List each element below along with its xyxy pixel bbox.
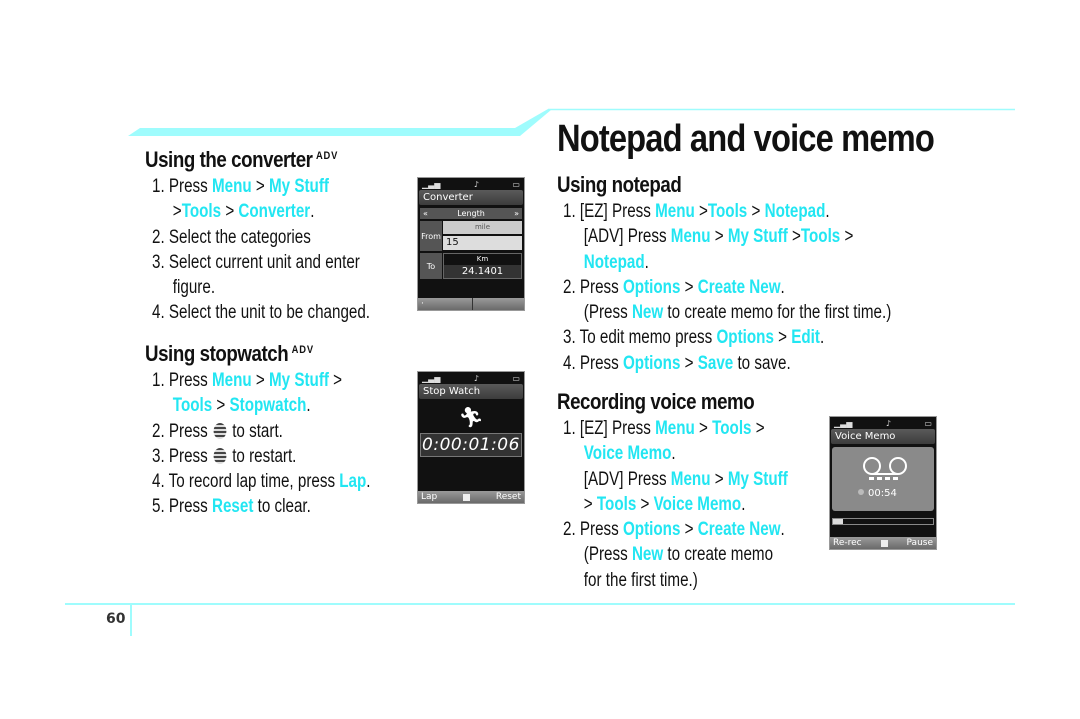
recording-panel: 00:54 [832,447,934,511]
status-bar: ▁▃▅ ♪ ▭ [830,417,936,429]
stopwatch-step-3: 3. Press to restart. [152,445,297,467]
stopwatch-heading: Using stopwatch ADV [145,341,314,367]
converter-step-3-cont: figure. [172,277,216,299]
from-unit: mile [443,221,522,234]
softkeys: · [418,298,524,310]
center-key-icon [213,447,227,464]
from-row: From mile 15 [420,221,522,251]
notepad-steps: 1. [EZ] Press Menu >Tools > Notepad. [AD… [563,199,891,376]
stopwatch-step-5: 5. Press Reset to clear. [152,496,311,518]
music-icon: ♪ [885,418,891,428]
record-progress-fill [833,519,843,524]
rerec-softkey: Re-rec [833,538,862,548]
stopwatch-step-2: 2. Press to start. [152,420,283,442]
voicememo-steps: 1. [EZ] Press Menu > Tools > Voice Memo.… [563,416,788,593]
notepad-step-1-adv-cont: Notepad. [583,251,649,273]
page-number: 60 [106,611,126,627]
softkeys: Re-rec Pause [830,537,936,549]
cassette-icon [863,457,907,480]
from-label: From [420,221,442,251]
voicememo-step-2: 2. Press Options > Create New. [563,519,785,541]
status-bar: ▁▃▅ ♪ ▭ [418,178,524,190]
runner-icon: 🏃︎ [458,405,484,429]
signal-icon: ▁▃▅ [422,179,441,189]
category-selector: « Length » [420,208,522,219]
converter-heading: Using the converter ADV [145,147,338,173]
voicememo-step-2-note-cont: for the first time.) [583,569,698,591]
page-title: Notepad and voice memo [557,118,935,160]
voicememo-heading: Recording voice memo [557,389,755,414]
status-bar: ▁▃▅ ♪ ▭ [418,372,524,384]
voicememo-step-1-cont: Voice Memo. [583,443,676,465]
signal-icon: ▁▃▅ [422,373,441,383]
center-key-icon [213,422,227,439]
pause-softkey: Pause [906,538,933,548]
prev-icon: « [423,209,428,218]
converter-step-2: 2. Select the categories [152,226,311,248]
category-value: Length [457,209,485,218]
stopwatch-step-1: 1. Press Menu > My Stuff > [152,370,343,391]
converter-step-3: 3. Select current unit and enter [152,251,360,273]
battery-icon: ▭ [924,418,932,428]
voicememo-step-1: 1. [EZ] Press Menu > Tools > [563,418,765,439]
adv-badge: ADV [315,149,339,162]
record-dot-icon [858,489,864,495]
record-time: 00:54 [858,488,897,499]
to-unit: Km [476,255,489,263]
notepad-step-1: 1. [EZ] Press Menu >Tools > Notepad. [563,201,830,222]
converter-step-4: 4. Select the unit to be changed. [152,302,371,324]
battery-icon: ▭ [512,373,520,383]
voicememo-step-2-note: (Press New to create memo [583,544,774,566]
notepad-step-2-note: (Press New to create memo for the first … [583,302,892,324]
battery-icon: ▭ [512,179,520,189]
adv-badge: ADV [291,343,314,356]
screen-title: Converter [419,190,523,205]
lap-softkey: Lap [421,492,438,502]
notepad-step-1-adv: [ADV] Press Menu > My Stuff >Tools > [583,226,854,248]
voicememo-screen: ▁▃▅ ♪ ▭ Voice Memo 00:54 Re-rec Pause [829,416,937,550]
music-icon: ♪ [473,179,479,189]
screen-title: Stop Watch [419,384,523,399]
converter-steps: 1. Press Menu > My Stuff >Tools > Conver… [152,174,370,326]
footer-divider [130,604,132,636]
to-row: To Km 24.1401 [420,253,522,279]
next-icon: » [514,209,519,218]
converter-step-1: 1. Press Menu > My Stuff [152,176,329,197]
stopwatch-steps: 1. Press Menu > My Stuff > Tools > Stopw… [152,368,371,520]
converter-screen: ▁▃▅ ♪ ▭ Converter « Length » From mile 15 To… [417,177,525,311]
stopwatch-step-1-cont: Tools > Stopwatch. [172,395,311,417]
stopwatch-heading-text: Using stopwatch [145,341,289,366]
to-value: 24.1401 [444,265,521,278]
stopwatch-step-4: 4. To record lap time, press Lap. [152,471,371,493]
to-label: To [420,253,442,279]
elapsed-time: 0:00:01:06 [420,433,522,457]
record-progress-bar [832,518,934,525]
voicememo-step-1-adv: [ADV] Press Menu > My Stuff [583,468,788,490]
reset-softkey: Reset [495,492,521,502]
notepad-step-4: 4. Press Options > Save to save. [563,352,791,374]
record-time-value: 00:54 [868,488,897,499]
footer-rule [65,603,1015,605]
converter-heading-text: Using the converter [145,147,313,172]
softkeys: Lap Reset [418,491,524,503]
notepad-step-2: 2. Press Options > Create New. [563,276,785,298]
music-icon: ♪ [473,373,479,383]
screen-title: Voice Memo [831,429,935,444]
notepad-step-3: 3. To edit memo press Options > Edit. [563,327,825,349]
voicememo-step-1-adv-cont: > Tools > Voice Memo. [583,493,746,515]
stopwatch-screen: ▁▃▅ ♪ ▭ Stop Watch 🏃︎ 0:00:01:06 Lap Reset [417,371,525,504]
converter-step-1-cont: >Tools > Converter. [172,201,315,223]
from-value: 15 [443,236,522,250]
stop-icon [880,539,888,547]
notepad-heading: Using notepad [557,172,682,197]
signal-icon: ▁▃▅ [834,418,853,428]
stop-icon [463,493,471,501]
